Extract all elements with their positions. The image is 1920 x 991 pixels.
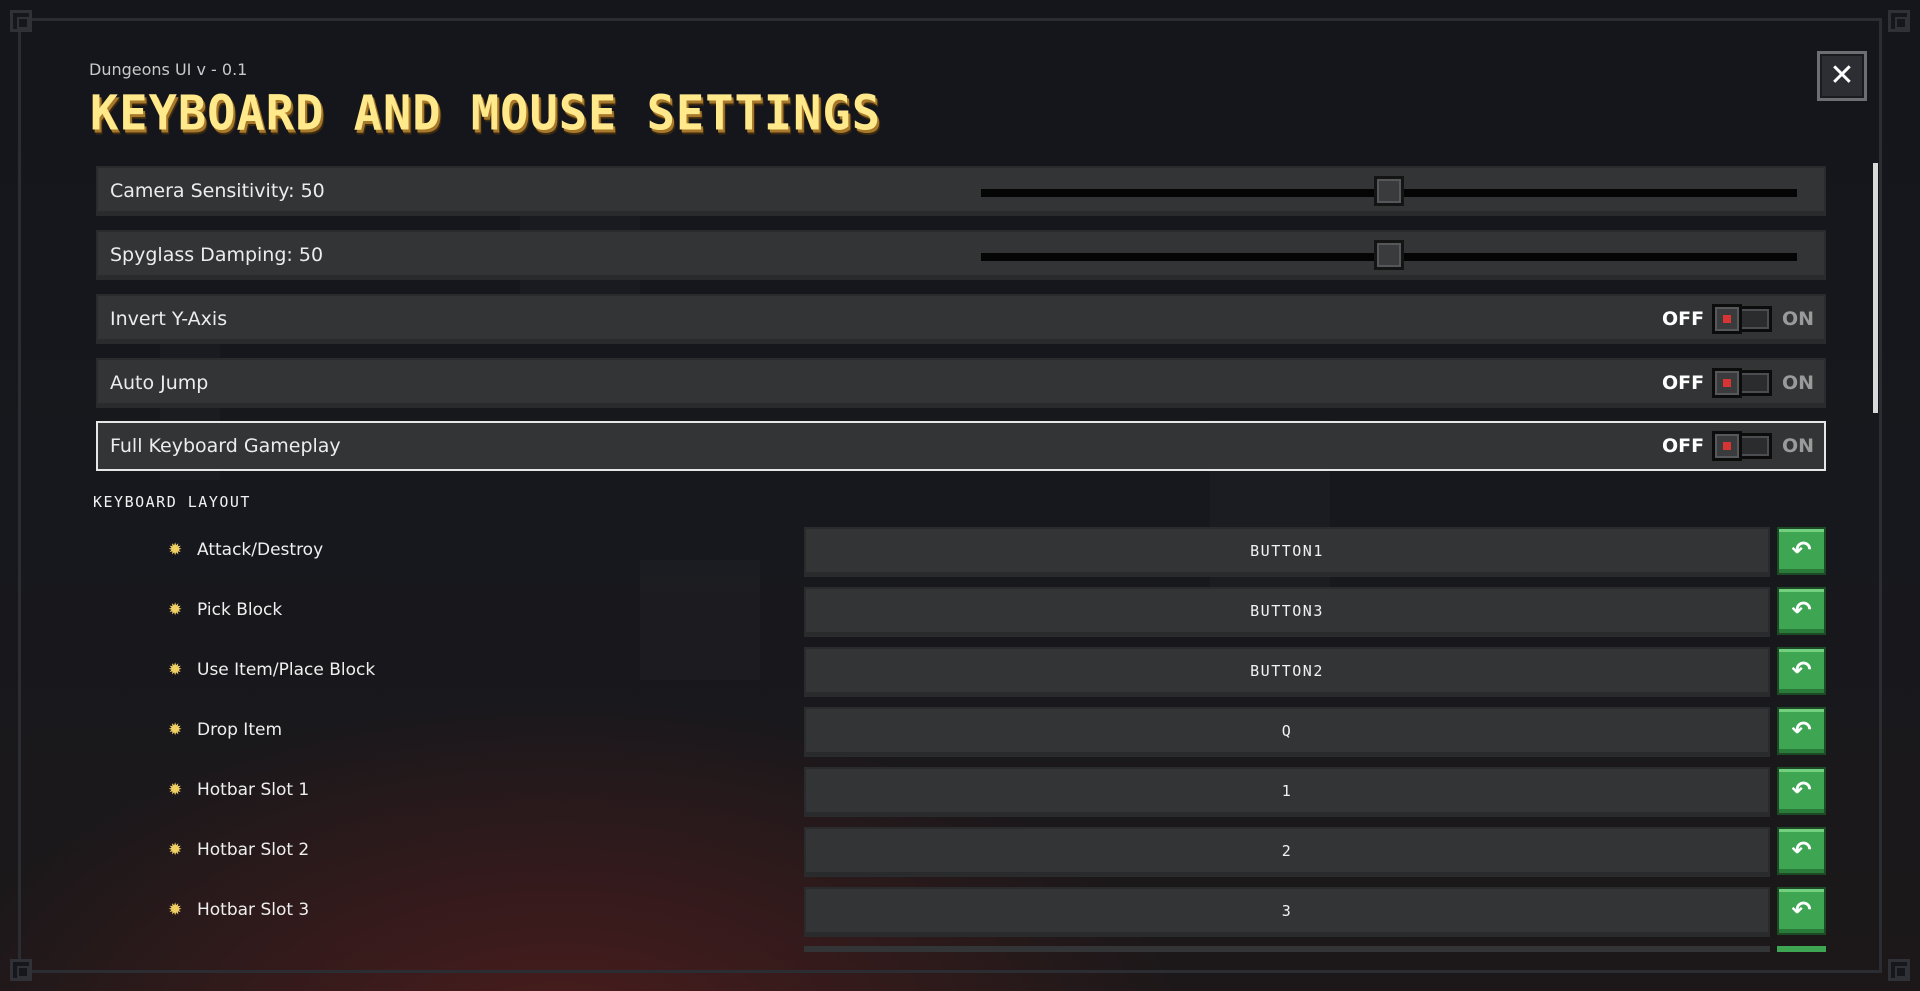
reset-keybind-button[interactable]: ↶	[1777, 887, 1826, 935]
toggle-off-label: OFF	[1662, 435, 1705, 457]
toggle-knob	[1712, 368, 1742, 398]
auto-jump-label: Auto Jump	[110, 372, 209, 394]
full-keyboard-gameplay-row: Full Keyboard Gameplay OFF ON	[96, 421, 1826, 471]
close-button[interactable]: ✕	[1817, 51, 1867, 101]
camera-sensitivity-row: Camera Sensitivity: 50	[96, 166, 1826, 216]
auto-jump-row: Auto Jump OFF ON	[96, 358, 1826, 408]
toggle-off-label: OFF	[1662, 308, 1705, 330]
keybind-button[interactable]: 3	[804, 887, 1770, 937]
spyglass-damping-label: Spyglass Damping: 50	[110, 244, 324, 266]
scrollbar-thumb[interactable]	[1873, 163, 1878, 413]
keybind-row: ✹ Pick Block BUTTON3 ↶	[168, 587, 1828, 637]
close-icon: ✕	[1829, 58, 1855, 93]
spyglass-damping-slider-handle[interactable]	[1374, 240, 1404, 270]
reset-icon: ↶	[1791, 896, 1812, 924]
keyboard-layout-heading: Keyboard Layout	[93, 493, 251, 511]
sparkle-icon: ✹	[168, 540, 183, 560]
reset-keybind-button[interactable]: ↶	[1777, 527, 1826, 575]
reset-keybind-button[interactable]: ↶	[1777, 587, 1826, 635]
keybind-button[interactable]: 1	[804, 767, 1770, 817]
version-label: Dungeons UI v - 0.1	[89, 60, 248, 79]
frame-corner	[10, 10, 32, 32]
keybind-action-label: Hotbar Slot 2	[197, 840, 310, 860]
camera-sensitivity-slider-handle[interactable]	[1374, 176, 1404, 206]
reset-keybind-button[interactable]: ↶	[1777, 647, 1826, 695]
reset-icon: ↶	[1791, 776, 1812, 804]
toggle-on-label: ON	[1782, 435, 1815, 457]
keybind-button[interactable]: Q	[804, 707, 1770, 757]
reset-keybind-button[interactable]: ↶	[1777, 767, 1826, 815]
full-keyboard-gameplay-label: Full Keyboard Gameplay	[110, 435, 341, 457]
frame-corner	[1888, 10, 1910, 32]
keybind-action-label: Hotbar Slot 3	[197, 900, 310, 920]
keybind-action-label: Hotbar Slot 1	[197, 780, 310, 800]
keybind-action-label: Use Item/Place Block	[197, 660, 376, 680]
page-title: Keyboard and Mouse Settings	[90, 85, 882, 142]
invert-y-axis-row: Invert Y-Axis OFF ON	[96, 294, 1826, 344]
keybind-row: ✹ Use Item/Place Block BUTTON2 ↶	[168, 647, 1828, 697]
keybind-action-label: Pick Block	[197, 600, 283, 620]
sparkle-icon: ✹	[168, 720, 183, 740]
keybind-row: ✹ Attack/Destroy BUTTON1 ↶	[168, 527, 1828, 577]
frame-corner	[1888, 959, 1910, 981]
reset-icon: ↶	[1791, 716, 1812, 744]
keybind-row: ✹ Hotbar Slot 2 2 ↶	[168, 827, 1828, 877]
sparkle-icon: ✹	[168, 840, 183, 860]
toggle-off-label: OFF	[1662, 372, 1705, 394]
toggle-knob	[1712, 431, 1742, 461]
toggle-on-label: ON	[1782, 308, 1815, 330]
toggle-knob	[1712, 304, 1742, 334]
keybind-action-label: Drop Item	[197, 720, 282, 740]
keybind-button[interactable]	[804, 946, 1770, 952]
frame-corner	[10, 959, 32, 981]
toggle-on-label: ON	[1782, 372, 1815, 394]
reset-keybind-button[interactable]: ↶	[1777, 827, 1826, 875]
keybind-button[interactable]: BUTTON3	[804, 587, 1770, 637]
keybind-button[interactable]: BUTTON1	[804, 527, 1770, 577]
reset-keybind-button[interactable]	[1777, 946, 1826, 952]
settings-screen: Dungeons UI v - 0.1 Keyboard and Mouse S…	[0, 0, 1920, 991]
keybind-row: ✹ Drop Item Q ↶	[168, 707, 1828, 757]
sparkle-icon: ✹	[168, 900, 183, 920]
invert-y-axis-toggle[interactable]	[1712, 304, 1772, 334]
invert-y-axis-label: Invert Y-Axis	[110, 308, 228, 330]
reset-icon: ↶	[1791, 656, 1812, 684]
sparkle-icon: ✹	[168, 660, 183, 680]
spyglass-damping-row: Spyglass Damping: 50	[96, 230, 1826, 280]
keybind-row: ✹ Hotbar Slot 3 3 ↶	[168, 887, 1828, 937]
camera-sensitivity-label: Camera Sensitivity: 50	[110, 180, 325, 202]
keybind-button[interactable]: 2	[804, 827, 1770, 877]
auto-jump-toggle[interactable]	[1712, 368, 1772, 398]
keybind-row: ✹ Hotbar Slot 1 1 ↶	[168, 767, 1828, 817]
reset-icon: ↶	[1791, 536, 1812, 564]
keybind-action-label: Attack/Destroy	[197, 540, 324, 560]
sparkle-icon: ✹	[168, 780, 183, 800]
sparkle-icon: ✹	[168, 600, 183, 620]
full-keyboard-gameplay-toggle[interactable]	[1712, 431, 1772, 461]
reset-icon: ↶	[1791, 596, 1812, 624]
keybind-button[interactable]: BUTTON2	[804, 647, 1770, 697]
reset-icon: ↶	[1791, 836, 1812, 864]
reset-keybind-button[interactable]: ↶	[1777, 707, 1826, 755]
